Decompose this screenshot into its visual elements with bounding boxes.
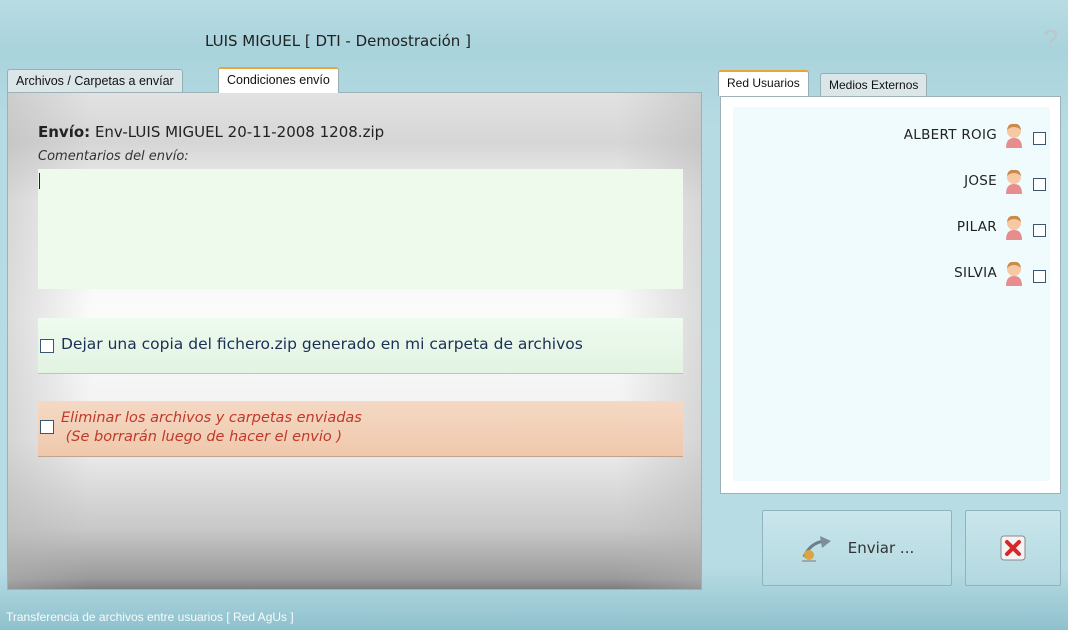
user-row[interactable]: PILAR <box>957 211 1046 243</box>
close-button[interactable] <box>965 510 1061 586</box>
envio-label: Envío: <box>38 123 91 141</box>
send-button[interactable]: Enviar ... <box>762 510 952 586</box>
user-checkbox[interactable] <box>1033 177 1046 191</box>
user-row[interactable]: ALBERT ROIG <box>904 119 1046 151</box>
close-icon <box>1000 535 1026 561</box>
tab-medios-externos[interactable]: Medios Externos <box>820 73 928 96</box>
user-icon <box>1006 169 1022 194</box>
user-checkbox[interactable] <box>1033 131 1046 145</box>
user-name: SILVIA <box>954 265 997 281</box>
delete-option[interactable]: Eliminar los archivos y carpetas enviada… <box>38 401 683 457</box>
user-name: JOSE <box>964 173 997 189</box>
status-bar: Transferencia de archivos entre usuarios… <box>6 610 294 624</box>
text-caret <box>39 173 40 189</box>
copy-option-label: Dejar una copia del fichero.zip generado… <box>61 335 583 353</box>
copy-option-checkbox[interactable] <box>40 339 54 353</box>
tab-archivos-carpetas[interactable]: Archivos / Carpetas a envíar <box>7 69 183 93</box>
envio-filename: Env-LUIS MIGUEL 20-11-2008 1208.zip <box>94 123 385 141</box>
window-title: LUIS MIGUEL [ DTI - Demostración ] <box>205 32 471 50</box>
user-row[interactable]: JOSE <box>964 165 1046 197</box>
user-name: PILAR <box>956 219 997 235</box>
copy-option[interactable]: Dejar una copia del fichero.zip generado… <box>38 318 683 374</box>
tab-condiciones-envio[interactable]: Condiciones envío <box>218 67 339 93</box>
comment-field[interactable] <box>38 169 683 289</box>
users-panel: ALBERT ROIG JOSE PILAR SILVIA <box>720 96 1061 494</box>
user-icon <box>1006 123 1022 148</box>
user-icon <box>1006 215 1022 240</box>
user-checkbox[interactable] <box>1033 223 1046 237</box>
envio-line: Envío: Env-LUIS MIGUEL 20-11-2008 1208.z… <box>38 123 384 141</box>
delete-option-label: Eliminar los archivos y carpetas enviada… <box>61 410 362 445</box>
comment-label: Comentarios del envío: <box>38 149 189 164</box>
send-label: Enviar ... <box>847 539 915 557</box>
user-row[interactable]: SILVIA <box>954 257 1046 289</box>
user-name: ALBERT ROIG <box>903 127 997 143</box>
delete-option-checkbox[interactable] <box>40 420 54 434</box>
user-checkbox[interactable] <box>1033 269 1046 283</box>
tab-red-usuarios[interactable]: Red Usuarios <box>718 70 809 96</box>
help-icon[interactable]: ? <box>1044 24 1058 55</box>
user-icon <box>1006 261 1022 286</box>
conditions-panel: Envío: Env-LUIS MIGUEL 20-11-2008 1208.z… <box>7 92 702 590</box>
send-icon <box>801 536 831 562</box>
users-list: ALBERT ROIG JOSE PILAR SILVIA <box>733 107 1050 481</box>
